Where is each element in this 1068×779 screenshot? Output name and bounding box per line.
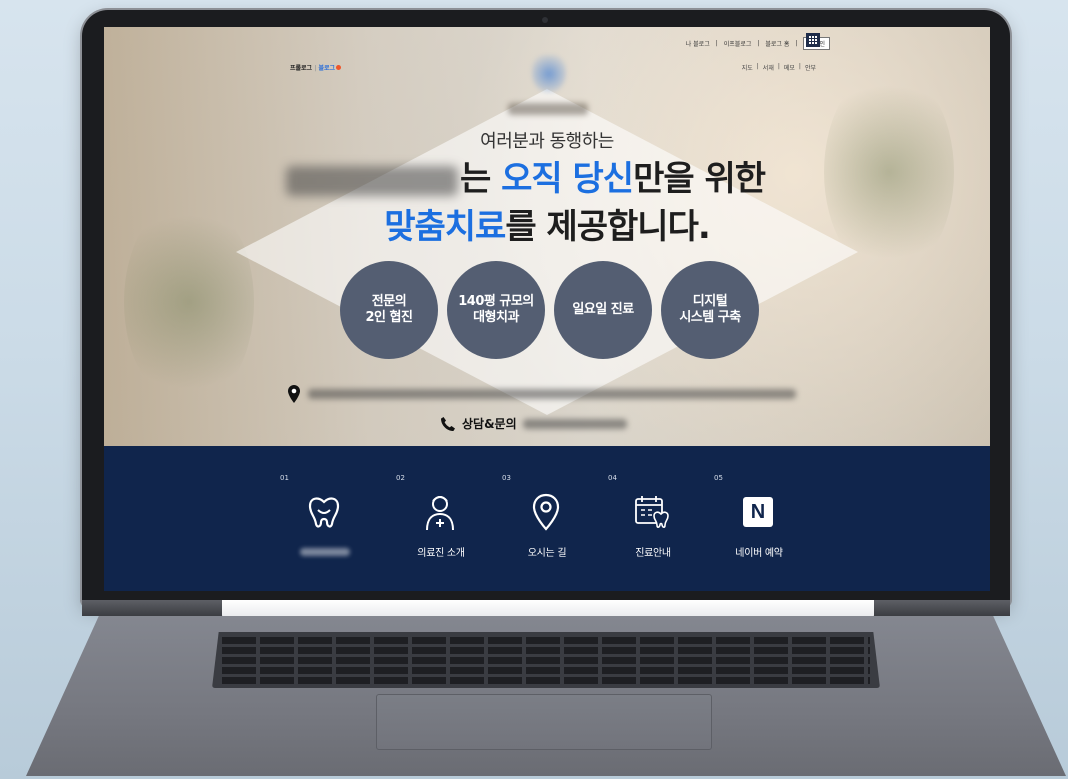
hero-section: 나 블로그| 이프블로그| 블로그 홈| 로그인 지도| 서재| 메모| 안부 … — [104, 27, 990, 446]
map-pin-icon — [288, 385, 300, 403]
prologue-link[interactable]: 프롤로그 — [290, 65, 312, 72]
laptop-trackpad — [376, 694, 712, 750]
laptop-keyboard — [212, 632, 880, 688]
contact-row: 상담&문의 — [440, 415, 627, 432]
hero-headline-line2: 맞춤치료를 제공합니다. — [104, 199, 990, 248]
nav-label: 진료안내 — [635, 548, 671, 559]
tooth-icon — [308, 497, 340, 528]
calendar-tooth-icon — [635, 496, 669, 529]
nav-item-naver-booking[interactable]: 05 N 네이버 예약 — [714, 474, 814, 574]
clinic-logo[interactable] — [532, 55, 566, 93]
nav-label: 의료진 소개 — [417, 548, 465, 559]
address-text-blurred — [308, 389, 796, 399]
hero-pretitle: 여러분과 동행하는 — [480, 131, 614, 152]
nav-label: 오시는 길 — [527, 548, 567, 559]
contact-label: 상담&문의 — [462, 417, 517, 431]
nav-number: 03 — [502, 474, 511, 482]
phone-icon — [441, 416, 455, 431]
blog-menu: 프롤로그 | 블로그 — [290, 63, 342, 72]
quick-menu-bar: 01 02 의료진 소개 03 오시는 길 04 진료안내 05 N 네이버 예… — [104, 446, 990, 591]
util-link[interactable]: 나 블로그 — [686, 39, 710, 48]
naver-n-logo: N — [743, 497, 773, 527]
headline-highlight: 맞춤치료 — [384, 207, 506, 247]
nav-number: 05 — [714, 474, 723, 482]
headline-text: 를 제공합니다. — [505, 207, 710, 247]
nav-number: 01 — [280, 474, 289, 482]
location-pin-icon — [532, 493, 560, 531]
feature-circle: 일요일 진료 — [554, 261, 652, 359]
clinic-name-blurred — [286, 165, 458, 196]
blog-link[interactable]: 블로그 — [318, 65, 335, 72]
nav-label: 네이버 예약 — [735, 548, 783, 559]
feature-circle: 디지털 시스템 구축 — [661, 261, 759, 359]
nav-label-blurred — [300, 548, 350, 556]
feature-circle: 140평 규모의 대형치과 — [447, 261, 545, 359]
phone-number-blurred — [522, 418, 627, 429]
util-link[interactable]: 이프블로그 — [724, 39, 752, 48]
hero-headline-line1: 는 오직 당신만을 위한 — [286, 151, 990, 200]
nav-item-doctors[interactable]: 02 의료진 소개 — [396, 474, 496, 574]
app-grid-icon[interactable] — [806, 33, 820, 47]
feature-circle: 전문의 2인 협진 — [340, 261, 438, 359]
laptop-bezel: 나 블로그| 이프블로그| 블로그 홈| 로그인 지도| 서재| 메모| 안부 … — [82, 10, 1010, 606]
secondary-util-links: 지도 | 서재 | 메모 | 안부 — [741, 63, 816, 72]
naver-icon: N — [736, 490, 780, 534]
nav-item-intro[interactable]: 01 — [280, 474, 380, 574]
clinic-logo-text-blurred — [508, 103, 588, 115]
feature-circles: 전문의 2인 협진 140평 규모의 대형치과 일요일 진료 디지털 시스템 구… — [340, 261, 759, 359]
doctor-icon — [426, 496, 454, 531]
new-badge-dot — [336, 65, 342, 70]
headline-text: 는 — [460, 159, 502, 199]
nav-number: 02 — [396, 474, 405, 482]
util-link[interactable]: 블로그 홈 — [765, 39, 789, 48]
laptop-lip — [222, 600, 874, 618]
nav-item-directions[interactable]: 03 오시는 길 — [502, 474, 602, 574]
headline-text: 만을 위한 — [633, 159, 766, 199]
laptop-screen: 나 블로그| 이프블로그| 블로그 홈| 로그인 지도| 서재| 메모| 안부 … — [104, 27, 990, 591]
util-link[interactable]: 서재 — [763, 63, 774, 72]
nav-item-schedule[interactable]: 04 진료안내 — [608, 474, 708, 574]
camera — [542, 17, 548, 23]
util-link[interactable]: 안부 — [805, 63, 816, 72]
nav-number: 04 — [608, 474, 617, 482]
address-row — [288, 385, 796, 403]
util-link[interactable]: 메모 — [784, 63, 795, 72]
util-link[interactable]: 지도 — [742, 63, 753, 72]
headline-highlight: 오직 당신 — [501, 159, 634, 199]
